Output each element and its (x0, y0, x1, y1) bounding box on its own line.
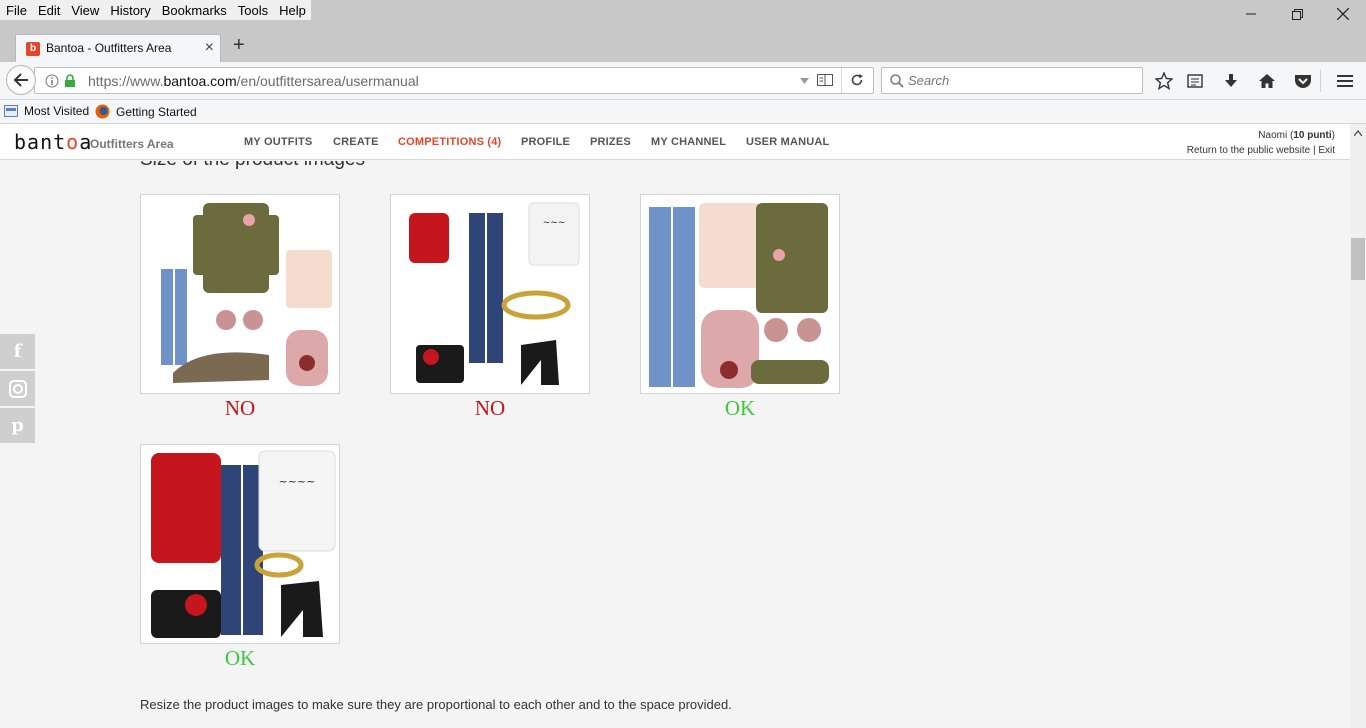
return-link[interactable]: Return to the public website (1187, 145, 1310, 156)
nav-my-outfits[interactable]: MY OUTFITS (244, 136, 312, 148)
favicon-icon: b (26, 42, 40, 56)
verdict-no: NO (474, 396, 506, 420)
svg-text:~~~~: ~~~~ (279, 475, 316, 488)
most-visited-icon (4, 105, 18, 117)
minimize-button[interactable] (1228, 4, 1274, 24)
nav-competitions[interactable]: COMPETITIONS (4) (398, 136, 501, 148)
reader-view-icon[interactable] (817, 73, 833, 87)
menu-edit[interactable]: Edit (32, 0, 65, 20)
bookmarks-toolbar: Most Visited Getting Started (0, 100, 1366, 124)
nav-my-channel[interactable]: MY CHANNEL (651, 136, 726, 148)
pinterest-icon: p (11, 415, 24, 436)
menu-items: File Edit View History Bookmarks Tools H… (0, 0, 311, 20)
url-text[interactable]: https://www.bantoa.com/en/outfittersarea… (88, 73, 419, 89)
dropdown-arrow-icon[interactable] (800, 78, 809, 84)
outfit-collage-image: ~~~ (409, 202, 580, 385)
outfit-example-image[interactable]: ~~~ (390, 194, 590, 394)
nav-create[interactable]: CREATE (333, 136, 379, 148)
outfit-collage-image (161, 203, 332, 386)
pocket-icon[interactable] (1292, 70, 1314, 92)
back-arrow-icon (13, 73, 28, 87)
menu-file[interactable]: File (0, 0, 32, 20)
firefox-icon (95, 104, 110, 119)
back-button[interactable] (6, 65, 36, 95)
nav-profile[interactable]: PROFILE (521, 136, 570, 148)
outfit-example-image[interactable] (640, 194, 840, 394)
outfit-example-image[interactable] (140, 194, 340, 394)
facebook-icon: f (13, 341, 22, 362)
close-icon (1337, 8, 1349, 20)
download-icon[interactable] (1220, 70, 1242, 92)
info-icon[interactable] (45, 74, 59, 88)
svg-text:~~~: ~~~ (543, 218, 566, 228)
bantoa-logo[interactable]: bantoa (14, 130, 92, 154)
tab-close-icon[interactable]: × (205, 39, 214, 57)
exit-link[interactable]: Exit (1318, 145, 1335, 156)
outfit-collage-image: ~~~~ (151, 450, 336, 638)
user-info: Naomi (10 punti) Return to the public we… (1187, 128, 1335, 158)
area-label: Outfitters Area (90, 137, 174, 151)
reload-icon[interactable] (850, 73, 864, 87)
close-window-button[interactable] (1320, 4, 1366, 24)
menu-bookmarks[interactable]: Bookmarks (156, 0, 232, 20)
menu-help[interactable]: Help (273, 0, 311, 20)
outfit-example-image[interactable]: ~~~~ (140, 444, 340, 644)
verdict-ok: OK (224, 646, 256, 670)
verdict-no: NO (224, 396, 256, 420)
lock-icon (65, 74, 75, 87)
menu-bar: File Edit View History Bookmarks Tools H… (0, 0, 1366, 24)
pinterest-share-button[interactable]: p (0, 408, 35, 443)
bookmark-most-visited[interactable]: Most Visited (4, 104, 89, 118)
menu-view[interactable]: View (65, 0, 104, 20)
search-icon (890, 74, 904, 88)
restore-button[interactable] (1274, 4, 1320, 24)
new-tab-icon[interactable]: + (233, 34, 245, 57)
search-bar[interactable]: Search (881, 67, 1143, 94)
tab-title: Bantoa - Outfitters Area (46, 41, 172, 55)
verdict-ok: OK (724, 396, 756, 420)
menu-history[interactable]: History (104, 0, 155, 20)
main-content: Size of the product images NO ~~~ (0, 161, 1350, 728)
page-scrollbar[interactable] (1350, 124, 1366, 728)
minimize-icon (1246, 13, 1256, 15)
scrollbar-thumb[interactable] (1351, 238, 1365, 280)
toolbar-divider (1320, 70, 1321, 92)
menu-tools[interactable]: Tools (232, 0, 273, 20)
home-icon[interactable] (1256, 70, 1278, 92)
bookmark-getting-started[interactable]: Getting Started (95, 104, 197, 119)
active-tab[interactable]: b Bantoa - Outfitters Area × (15, 34, 221, 62)
nav-user-manual[interactable]: USER MANUAL (746, 136, 829, 148)
restore-icon (1291, 8, 1303, 20)
description-text: Resize the product images to make sure t… (140, 697, 732, 712)
outfit-collage-image (649, 203, 829, 388)
section-title: Size of the product images (140, 161, 365, 171)
user-points: 10 punti (1293, 130, 1332, 141)
instagram-icon (8, 379, 27, 398)
facebook-share-button[interactable]: f (0, 334, 35, 369)
library-icon[interactable] (1184, 70, 1206, 92)
user-links: Return to the public website | Exit (1186, 145, 1335, 156)
user-name[interactable]: Naomi (1258, 130, 1287, 141)
user-line: Naomi (10 punti) (1258, 130, 1335, 141)
nav-bar: https://www.bantoa.com/en/outfittersarea… (0, 62, 1366, 100)
search-placeholder: Search (908, 73, 950, 88)
hamburger-menu-icon[interactable] (1334, 70, 1356, 92)
url-bar[interactable]: https://www.bantoa.com/en/outfittersarea… (34, 67, 874, 94)
site-header: bantoa Outfitters Area MY OUTFITS CREATE… (0, 124, 1350, 160)
url-divider (841, 68, 842, 93)
nav-prizes[interactable]: PRIZES (590, 136, 631, 148)
instagram-share-button[interactable] (0, 371, 35, 406)
bookmark-star-icon[interactable] (1153, 70, 1175, 92)
tab-strip: b Bantoa - Outfitters Area × + (0, 24, 1366, 62)
scroll-up-icon[interactable] (1354, 130, 1362, 136)
